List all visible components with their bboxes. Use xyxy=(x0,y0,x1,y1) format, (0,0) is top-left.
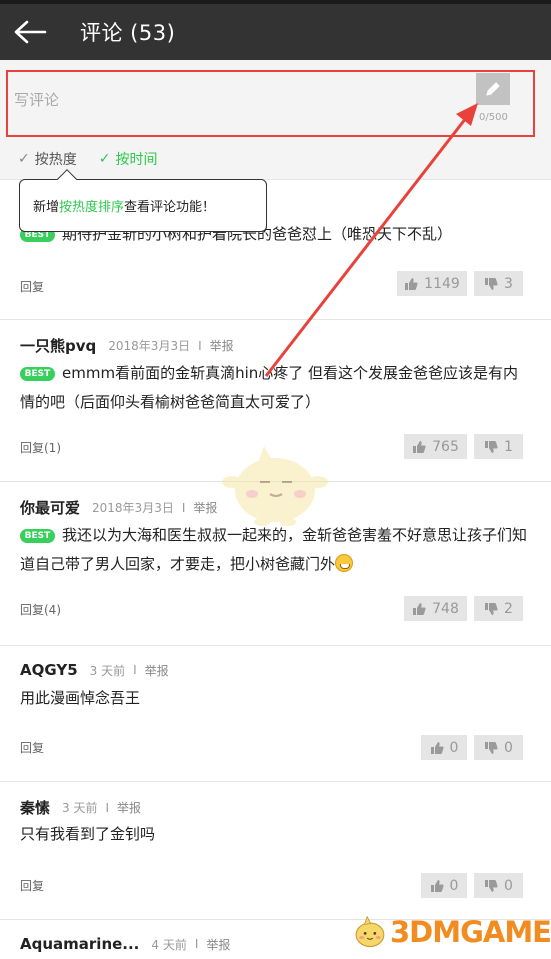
report-link[interactable]: 举报 xyxy=(117,799,141,816)
dislike-button[interactable]: 0 xyxy=(474,873,523,898)
dislike-button[interactable]: 3 xyxy=(474,271,523,296)
sort-by-time[interactable]: ✓ 按时间 xyxy=(99,149,158,169)
dislike-button[interactable]: 1 xyxy=(474,434,523,459)
reply-button[interactable]: 回复(4) xyxy=(20,601,61,618)
comment-item: 秦愫 3 天前 I 举报 只有我看到了金钊吗 回复 0 0 xyxy=(0,783,551,920)
thumbs-down-icon xyxy=(485,879,498,892)
like-count: 0 xyxy=(449,739,459,756)
dislike-count: 0 xyxy=(504,877,513,894)
back-button[interactable] xyxy=(0,4,60,60)
site-watermark: 3DMGAME xyxy=(352,905,551,959)
grin-emoji-icon xyxy=(335,554,354,572)
like-count: 0 xyxy=(449,877,459,894)
mascot-logo-icon xyxy=(355,915,385,948)
watermark-text: 3DMGAME xyxy=(389,915,551,949)
meta-separator: I xyxy=(133,663,137,677)
sort-bar: ✓ 按热度 ✓ 按时间 xyxy=(0,139,551,180)
username[interactable]: 秦愫 xyxy=(20,797,50,818)
sort-hot-label: 按热度 xyxy=(34,152,77,168)
dislike-count: 2 xyxy=(504,600,513,617)
like-button[interactable]: 765 xyxy=(404,434,467,459)
tooltip-text-after: 查看评论功能！ xyxy=(124,200,216,215)
thumbs-up-icon xyxy=(430,879,444,892)
comment-body: 只有我看到了金钊吗 xyxy=(20,820,531,849)
reply-button[interactable]: 回复 xyxy=(20,877,44,894)
comment-time: 3 天前 xyxy=(62,801,98,815)
check-icon: ✓ xyxy=(98,151,111,167)
report-link[interactable]: 举报 xyxy=(145,662,169,679)
meta-separator: I xyxy=(181,500,186,515)
feature-tooltip[interactable]: 新增 按热度排序 查看评论功能！ xyxy=(19,169,267,232)
reply-button[interactable]: 回复 xyxy=(20,739,44,756)
username[interactable]: 你最可爱 xyxy=(20,497,80,518)
report-link[interactable]: 举报 xyxy=(206,936,230,953)
comment-text: 我还以为大海和医生叔叔一起来的，金斩爸爸害羞不好意思让孩子们知道自己带了男人回家… xyxy=(20,526,528,573)
thumbs-down-icon xyxy=(485,440,498,453)
comment-text: emmm看前面的金斩真滴hin心疼了 但看这个发展金爸爸应该是有内情的吧（后面仰… xyxy=(20,364,519,411)
like-button[interactable]: 748 xyxy=(404,596,467,621)
comment-meta: Aquamarine... 4 天前 I 举报 xyxy=(20,935,230,953)
thumbs-down-icon xyxy=(485,741,498,754)
comment-time: 2018年3月3日 xyxy=(108,339,191,353)
char-count: 0/500 xyxy=(479,112,508,123)
thumbs-down-icon xyxy=(485,277,498,290)
top-bar: 评论 (53) xyxy=(0,4,551,60)
comment-meta: 一只熊pvq 2018年3月3日 I 举报 xyxy=(20,335,234,356)
meta-separator: I xyxy=(105,800,110,815)
dislike-button[interactable]: 2 xyxy=(474,596,523,621)
dislike-count: 1 xyxy=(504,438,513,455)
comment-meta: 秦愫 3 天前 I 举报 xyxy=(20,797,141,818)
username[interactable]: 一只熊pvq xyxy=(20,335,96,356)
sort-time-label: 按时间 xyxy=(115,152,158,168)
thumbs-down-icon xyxy=(485,602,498,615)
like-button[interactable]: 1149 xyxy=(397,271,467,296)
comment-meta: AQGY5 3 天前 I 举报 xyxy=(20,661,169,679)
thumbs-up-icon xyxy=(413,602,426,615)
comment-text: 用此漫画悼念吾王 xyxy=(20,689,141,707)
comment-composer[interactable]: 写评论 0/500 xyxy=(6,70,535,137)
mascot-watermark-icon xyxy=(222,446,328,526)
tooltip-highlight: 按热度排序 xyxy=(59,200,125,215)
like-button[interactable]: 0 xyxy=(421,873,467,898)
thumbs-up-icon xyxy=(413,440,426,453)
dislike-count: 0 xyxy=(504,739,513,756)
dislike-button[interactable]: 0 xyxy=(474,735,523,760)
reply-button[interactable]: 回复(1) xyxy=(20,439,61,456)
comment-input[interactable]: 写评论 xyxy=(14,89,59,110)
comment-body: 用此漫画悼念吾王 xyxy=(20,684,531,713)
comment-time: 2018年3月3日 xyxy=(92,501,174,515)
comment-item: AQGY5 3 天前 I 举报 用此漫画悼念吾王 回复 0 0 xyxy=(0,647,551,782)
tooltip-text-before: 新增 xyxy=(33,200,60,215)
page-title: 评论 (53) xyxy=(80,21,176,45)
username[interactable]: AQGY5 xyxy=(20,661,78,679)
check-icon: ✓ xyxy=(18,151,30,167)
comment-time: 4 天前 xyxy=(151,937,187,952)
best-badge: BEST xyxy=(20,529,55,543)
dislike-count: 3 xyxy=(504,275,513,292)
like-count: 748 xyxy=(432,600,459,617)
write-button[interactable] xyxy=(476,73,510,105)
sort-by-hot[interactable]: ✓ 按热度 xyxy=(18,149,77,169)
comment-body: BEST emmm看前面的金斩真滴hin心疼了 但看这个发展金爸爸应该是有内情的吧… xyxy=(20,359,531,417)
username[interactable]: Aquamarine... xyxy=(20,935,139,953)
back-arrow-icon xyxy=(14,20,47,44)
thumbs-up-icon xyxy=(430,741,444,754)
like-count: 765 xyxy=(432,438,459,455)
report-link[interactable]: 举报 xyxy=(210,337,234,354)
thumbs-up-icon xyxy=(405,277,418,290)
pencil-icon xyxy=(486,82,500,96)
like-button[interactable]: 0 xyxy=(421,735,467,760)
comment-text: 只有我看到了金钊吗 xyxy=(20,825,156,843)
like-count: 1149 xyxy=(424,275,460,292)
best-badge: BEST xyxy=(20,367,55,381)
reply-button[interactable]: 回复 xyxy=(20,278,44,295)
meta-separator: I xyxy=(194,937,199,951)
report-link[interactable]: 举报 xyxy=(193,499,217,516)
meta-separator: I xyxy=(198,338,202,353)
comment-meta: 你最可爱 2018年3月3日 I 举报 xyxy=(20,497,217,518)
comment-time: 3 天前 xyxy=(89,663,126,678)
